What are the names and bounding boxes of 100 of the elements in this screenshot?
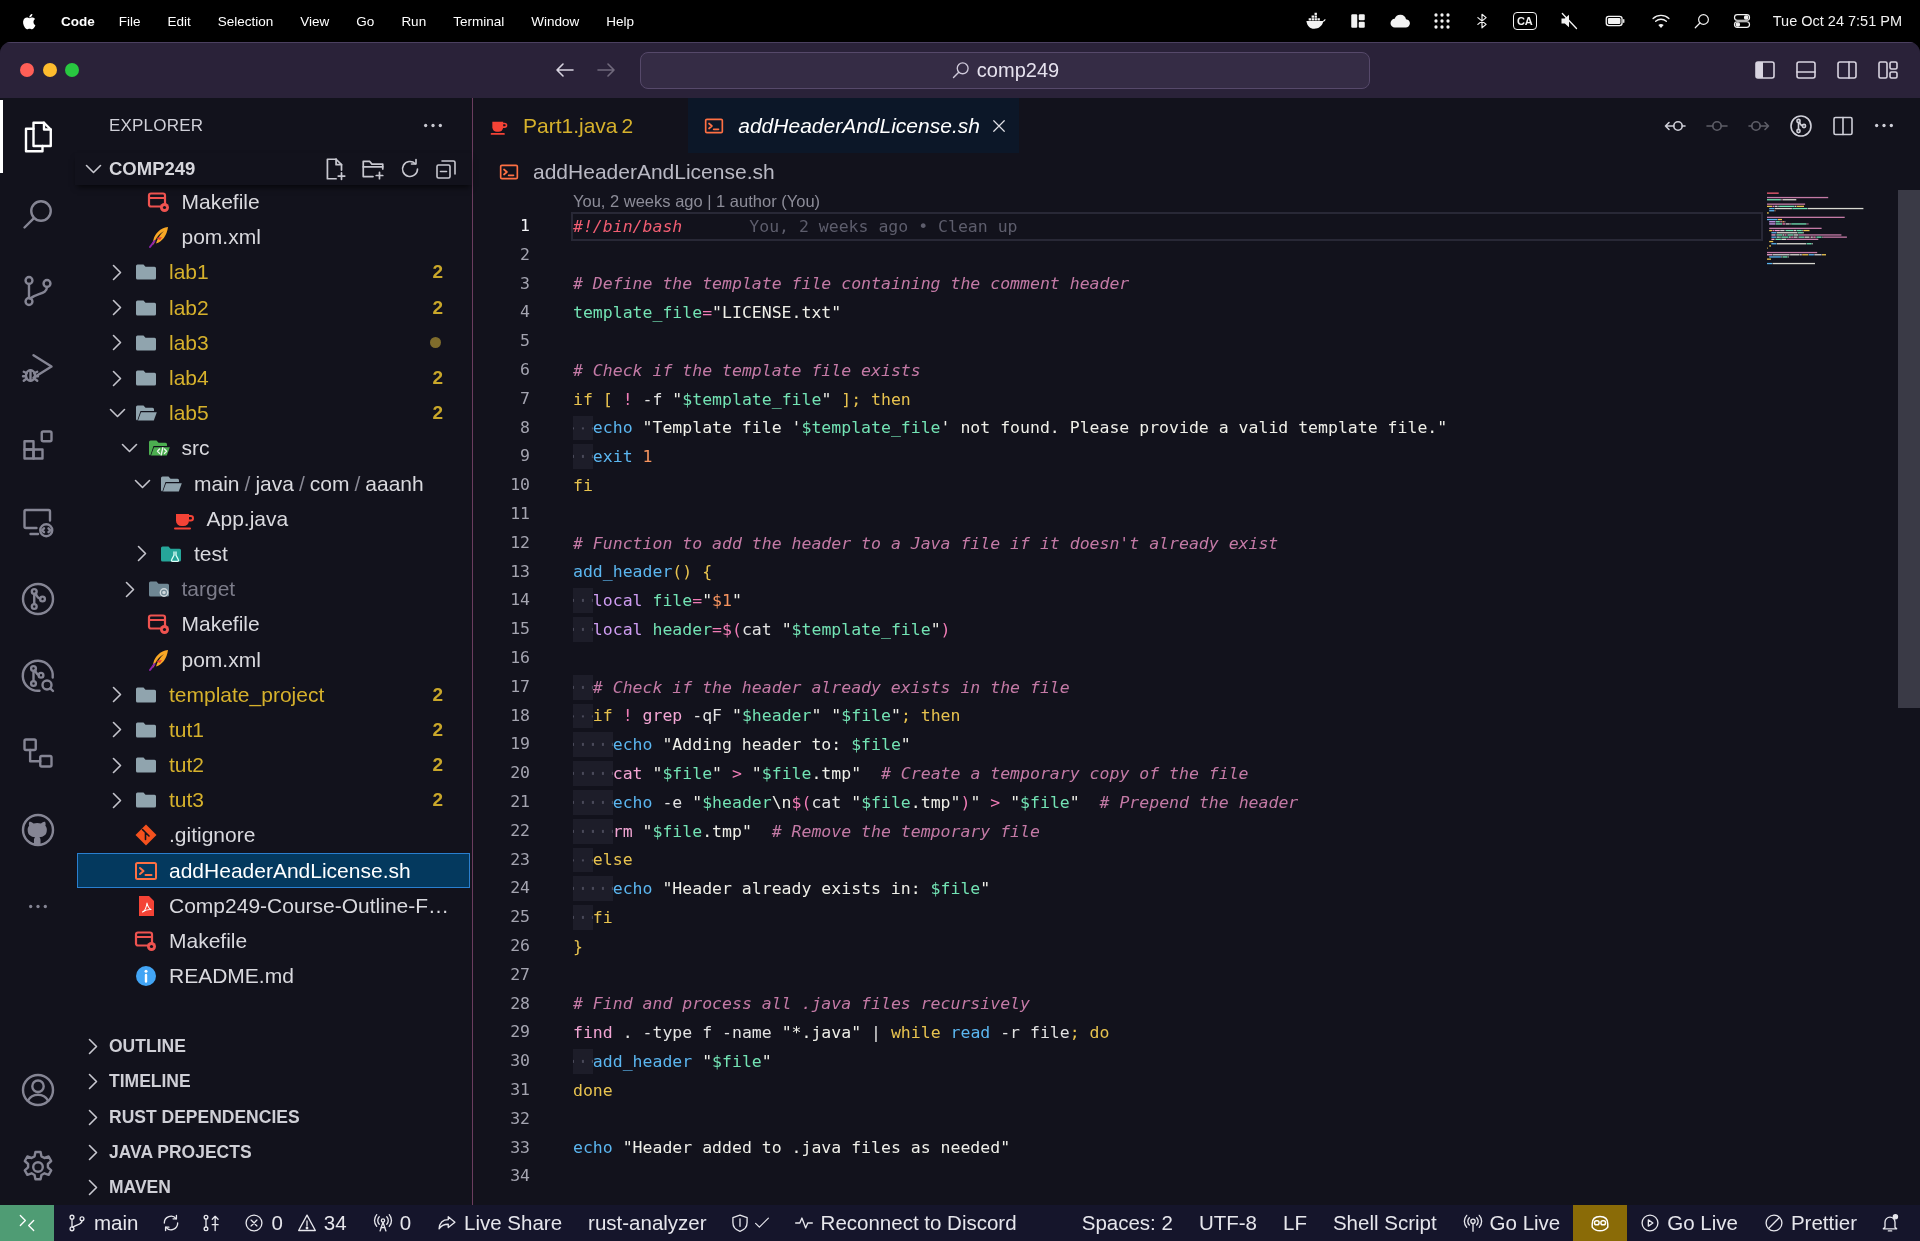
- folder-entry[interactable]: target: [77, 571, 470, 607]
- app-menu[interactable]: Code: [61, 13, 95, 29]
- dot-grid-icon[interactable]: [1432, 12, 1451, 30]
- bell-icon[interactable]: [1880, 1213, 1900, 1233]
- branch-status[interactable]: main: [54, 1211, 152, 1235]
- input-source-indicator[interactable]: CA: [1512, 12, 1537, 30]
- pane-header[interactable]: OUTLINE: [75, 1029, 472, 1065]
- menu-item[interactable]: Selection: [217, 13, 274, 29]
- line-number: 24: [509, 877, 530, 900]
- github-icon[interactable]: [19, 811, 56, 848]
- tree-entry[interactable]: Makefile: [77, 184, 470, 220]
- tree-entry[interactable]: pom.xml: [77, 641, 470, 678]
- menu-bar-clock[interactable]: Tue Oct 24 7:51 PM: [1772, 13, 1902, 29]
- minimize-window-button[interactable]: [42, 63, 57, 77]
- shield-icon[interactable]: [729, 1213, 750, 1233]
- command-center-search[interactable]: comp249: [640, 51, 1370, 89]
- line-number: 2: [519, 243, 530, 266]
- ellipsis-icon[interactable]: [422, 123, 444, 128]
- tree-entry[interactable]: pom.xml: [77, 219, 470, 255]
- folder-entry[interactable]: tut3 2: [77, 782, 470, 818]
- problems-status[interactable]: 0 34: [231, 1211, 360, 1235]
- breadcrumb-item[interactable]: addHeaderAndLicense.sh: [499, 159, 775, 184]
- status-item[interactable]: Shell Script: [1319, 1211, 1450, 1235]
- right-panel-icon[interactable]: [1835, 58, 1859, 82]
- pane-header[interactable]: RUST DEPENDENCIES: [75, 1099, 472, 1135]
- play-circle-icon: [1640, 1213, 1661, 1233]
- tree-entry[interactable]: Makefile: [77, 606, 470, 642]
- menu-item[interactable]: File: [118, 13, 141, 29]
- tree-entry[interactable]: .gitignore: [77, 817, 470, 854]
- folder-entry[interactable]: test: [77, 536, 470, 572]
- branch-magnifier-icon[interactable]: [19, 657, 56, 694]
- status-item[interactable]: Spaces: 2: [1068, 1211, 1186, 1235]
- menu-item[interactable]: Edit: [167, 13, 191, 29]
- code-line: echo "Header already exists in: $file": [612, 879, 991, 899]
- toggles-icon[interactable]: [1732, 12, 1751, 30]
- menu-item[interactable]: Go: [356, 13, 375, 29]
- ellipsis-icon[interactable]: [26, 904, 49, 909]
- line-number: 6: [519, 359, 530, 381]
- line-number: 9: [519, 445, 530, 468]
- live-share-button[interactable]: Live Share: [424, 1211, 576, 1235]
- line-number: 29: [509, 1021, 530, 1044]
- folder-entry[interactable]: lab3: [77, 325, 470, 361]
- prettier-status[interactable]: Prettier: [1750, 1211, 1870, 1235]
- indent-guide: [573, 617, 593, 642]
- person-circle-icon[interactable]: [19, 1071, 56, 1108]
- left-panel-icon[interactable]: [1753, 58, 1777, 82]
- indent-guide: [592, 789, 613, 815]
- indent-guide: [573, 415, 593, 441]
- go-live-button[interactable]: Go Live: [1627, 1211, 1751, 1235]
- whale-icon[interactable]: [1304, 10, 1327, 32]
- scrollbar[interactable]: [1898, 190, 1920, 708]
- code-line: if ! grep -qF "$header" "$file"; then: [592, 706, 961, 726]
- ellipsis-icon[interactable]: [1873, 123, 1895, 128]
- tree-entry[interactable]: README.md: [77, 958, 470, 994]
- menu-item[interactable]: Help: [606, 13, 634, 29]
- menu-item[interactable]: Run: [401, 13, 427, 29]
- code-line: else: [592, 850, 633, 870]
- folder-entry[interactable]: lab4 2: [77, 360, 470, 396]
- status-item[interactable]: UTF-8: [1185, 1211, 1270, 1235]
- branch-circle-icon[interactable]: [1789, 113, 1813, 138]
- layout-icon[interactable]: [1876, 58, 1900, 82]
- pane-header[interactable]: TIMELINE: [75, 1064, 472, 1100]
- menu-item[interactable]: Window: [531, 13, 580, 29]
- blame-annotation: You, 2 weeks ago • Clean up: [749, 216, 1018, 236]
- ports-status[interactable]: 0: [359, 1211, 425, 1235]
- editor-tab[interactable]: addHeaderAndLicense.sh: [688, 98, 1019, 153]
- line-number: 3: [519, 272, 530, 295]
- folder-entry[interactable]: lab5 2: [77, 395, 470, 431]
- window-tiles-icon[interactable]: [1348, 12, 1367, 30]
- pane-header[interactable]: MAVEN: [75, 1169, 472, 1205]
- tree-entry[interactable]: App.java: [77, 501, 470, 537]
- tree-entry[interactable]: Makefile: [77, 923, 470, 959]
- search-icon[interactable]: [1692, 12, 1711, 30]
- folder-entry[interactable]: tut1 2: [77, 712, 470, 748]
- menu-item[interactable]: Terminal: [453, 13, 505, 29]
- editor-tab[interactable]: Part1.java 2: [473, 98, 689, 153]
- close-window-button[interactable]: [20, 63, 34, 77]
- folder-entry[interactable]: tut2 2: [77, 747, 470, 783]
- folder-entry[interactable]: lab1 2: [77, 254, 470, 291]
- folder-entry[interactable]: template_project 2: [77, 677, 470, 713]
- status-item[interactable]: rust-analyzer: [575, 1211, 720, 1235]
- folder-entry[interactable]: src: [77, 430, 470, 466]
- menu-item[interactable]: View: [300, 13, 330, 29]
- codelens-annotation[interactable]: You, 2 weeks ago | 1 author (You): [573, 191, 821, 211]
- discord-status[interactable]: Reconnect to Discord: [780, 1211, 1030, 1235]
- zoom-window-button[interactable]: [65, 63, 79, 77]
- tree-entry[interactable]: addHeaderAndLicense.sh: [77, 853, 470, 889]
- assistant-button[interactable]: [1573, 1205, 1628, 1241]
- code-line: #!/bin/bash: [573, 216, 683, 236]
- folder-entry[interactable]: lab2 2: [77, 290, 470, 326]
- workspace-folder-header[interactable]: COMP249: [75, 153, 472, 185]
- pane-header[interactable]: JAVA PROJECTS: [75, 1134, 472, 1170]
- status-item[interactable]: LF: [1270, 1211, 1320, 1235]
- go-live-button[interactable]: Go Live: [1449, 1211, 1574, 1235]
- bottom-panel-icon[interactable]: [1794, 58, 1818, 82]
- folder-entry[interactable]: main / java / com / aaanh: [77, 466, 470, 502]
- tree-entry[interactable]: Comp249-Course-Outline-F…: [77, 888, 470, 924]
- branch-arrow-icon[interactable]: [201, 1213, 222, 1233]
- line-number: 32: [509, 1107, 530, 1130]
- branch-circle-icon[interactable]: [19, 580, 56, 617]
